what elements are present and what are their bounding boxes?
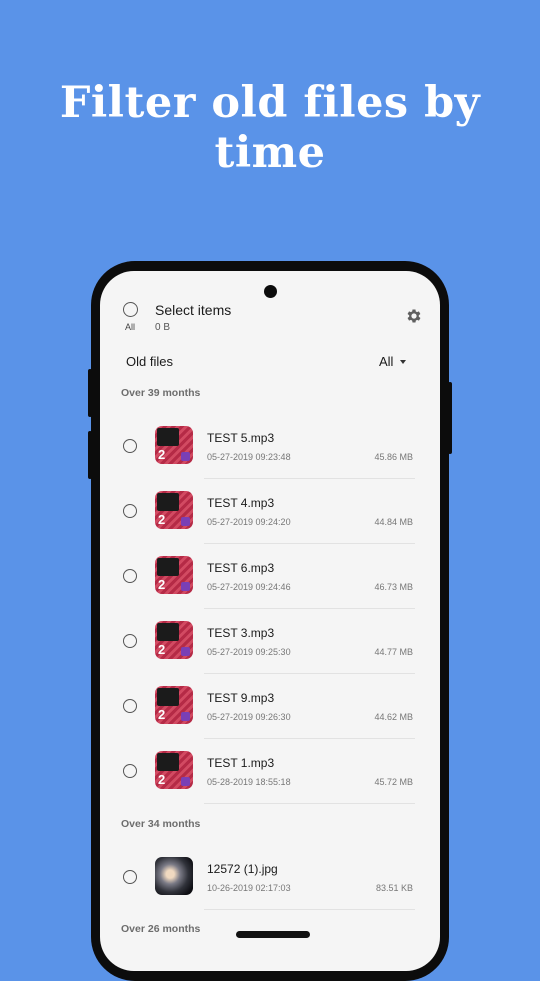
file-row[interactable]: 2 TEST 3.mp3 05-27-2019 09:25:30 44.77 M… — [100, 609, 440, 674]
file-date: 05-27-2019 09:25:30 — [207, 647, 291, 657]
home-indicator — [236, 931, 310, 938]
front-camera — [264, 285, 277, 298]
file-select-radio[interactable] — [123, 764, 137, 778]
file-row[interactable]: 2 TEST 1.mp3 05-28-2019 18:55:18 45.72 M… — [100, 739, 440, 804]
phone-side-button-left-bottom — [88, 431, 92, 479]
select-all-radio[interactable] — [123, 302, 138, 317]
audio-thumbnail: 2 — [155, 621, 193, 659]
file-row[interactable]: 2 TEST 4.mp3 05-27-2019 09:24:20 44.84 M… — [100, 479, 440, 544]
section-label: Over 34 months — [121, 818, 201, 830]
section-label: Over 39 months — [121, 387, 201, 399]
file-size: 44.84 MB — [374, 517, 413, 527]
file-date: 05-28-2019 18:55:18 — [207, 777, 291, 787]
file-size: 45.86 MB — [374, 452, 413, 462]
file-select-radio[interactable] — [123, 439, 137, 453]
file-size: 44.77 MB — [374, 647, 413, 657]
file-select-radio[interactable] — [123, 634, 137, 648]
file-date: 05-27-2019 09:24:46 — [207, 582, 291, 592]
audio-thumbnail: 2 — [155, 491, 193, 529]
file-name: TEST 3.mp3 — [207, 626, 275, 640]
file-select-radio[interactable] — [123, 870, 137, 884]
file-name: TEST 1.mp3 — [207, 756, 275, 770]
divider — [204, 909, 415, 910]
audio-thumbnail: 2 — [155, 426, 193, 464]
section-label: Over 26 months — [121, 923, 201, 935]
file-date: 05-27-2019 09:23:48 — [207, 452, 291, 462]
file-name: TEST 4.mp3 — [207, 496, 275, 510]
audio-thumbnail: 2 — [155, 556, 193, 594]
file-date: 10-26-2019 02:17:03 — [207, 883, 291, 893]
phone-side-button-right — [448, 382, 452, 454]
image-thumbnail — [155, 857, 193, 895]
file-name: TEST 5.mp3 — [207, 431, 275, 445]
file-name: 12572 (1).jpg — [207, 862, 278, 876]
file-date: 05-27-2019 09:24:20 — [207, 517, 291, 527]
file-row[interactable]: 2 TEST 9.mp3 05-27-2019 09:26:30 44.62 M… — [100, 674, 440, 739]
file-select-radio[interactable] — [123, 504, 137, 518]
old-files-label: Old files — [126, 354, 173, 369]
app-screen: All Select items 0 B Old files All Over … — [100, 271, 440, 971]
audio-thumbnail: 2 — [155, 686, 193, 724]
file-select-radio[interactable] — [123, 569, 137, 583]
caret-down-icon[interactable] — [400, 360, 406, 364]
gear-icon[interactable] — [405, 307, 423, 325]
select-all-label: All — [125, 322, 136, 332]
selected-size: 0 B — [155, 322, 171, 333]
time-filter-dropdown[interactable]: All — [379, 354, 393, 369]
file-select-radio[interactable] — [123, 699, 137, 713]
phone-side-button-left-top — [88, 369, 92, 417]
page-title: Select items — [155, 302, 232, 318]
headline: Filter old files by time — [59, 78, 481, 178]
file-row[interactable]: 2 TEST 5.mp3 05-27-2019 09:23:48 45.86 M… — [100, 414, 440, 479]
file-name: TEST 9.mp3 — [207, 691, 275, 705]
file-name: TEST 6.mp3 — [207, 561, 275, 575]
file-row[interactable]: 12572 (1).jpg 10-26-2019 02:17:03 83.51 … — [100, 845, 440, 910]
divider — [204, 803, 415, 804]
phone-frame: All Select items 0 B Old files All Over … — [88, 261, 452, 981]
file-row[interactable]: 2 TEST 6.mp3 05-27-2019 09:24:46 46.73 M… — [100, 544, 440, 609]
file-size: 83.51 KB — [375, 883, 413, 893]
file-size: 44.62 MB — [374, 712, 413, 722]
file-date: 05-27-2019 09:26:30 — [207, 712, 291, 722]
file-size: 45.72 MB — [374, 777, 413, 787]
audio-thumbnail: 2 — [155, 751, 193, 789]
file-size: 46.73 MB — [374, 582, 413, 592]
